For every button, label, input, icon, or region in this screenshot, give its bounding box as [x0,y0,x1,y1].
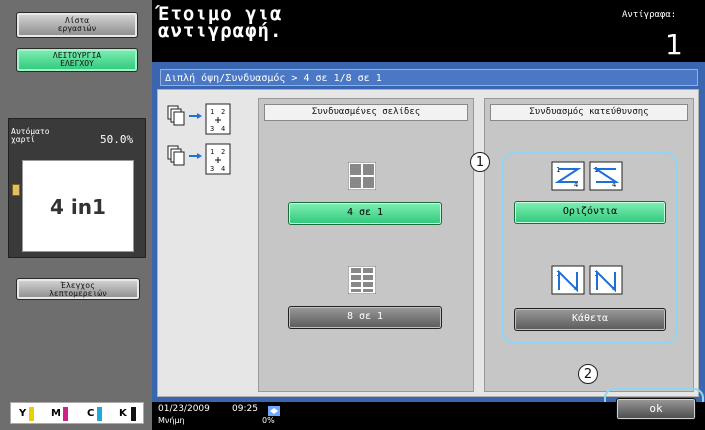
ok-button[interactable]: ok [616,398,696,420]
toner-c-label: C [87,408,95,419]
check-details-button[interactable]: Έλεγχος λεπτομερειών [16,278,140,300]
status-title: Έτοιμο για αντιγραφή. [158,3,283,42]
svg-text:2: 2 [221,108,225,116]
document-icon [12,184,20,196]
combine-direction-title: Συνδυασμός κατεύθυνσης [490,104,688,121]
breadcrumb: Διπλή όψη/Συνδυασμός > 4 σε 1/8 σε 1 [160,69,698,86]
toner-c-bar [97,407,102,421]
zoom-value: 50.0% [100,133,134,146]
toner-y-label: Y [19,408,27,419]
horizontal-order-icon: 1 4 1 4 [550,160,626,192]
svg-text:2: 2 [221,148,225,156]
vertical-order-icon: 1 4 1 4 [550,264,626,296]
date-text: 01/23/2009 [158,404,210,414]
toner-k-bar [131,407,136,421]
svg-text:4: 4 [221,165,225,173]
horizontal-button[interactable]: Οριζόντια [514,201,666,224]
toner-y-bar [29,407,34,421]
combine-pages-title: Συνδυασμένες σελίδες [264,104,468,121]
svg-text:1: 1 [210,148,214,156]
option-4in1-button[interactable]: 4 σε 1 [288,202,442,225]
callout-1: 1 [470,152,490,172]
callout-2: 2 [578,364,598,384]
combine-8in1-diagram-icon: 1 2 3 4 [166,142,246,176]
network-status-icon [268,401,280,416]
time-text: 09:25 [232,404,258,414]
svg-text:3: 3 [210,165,214,173]
svg-text:3: 3 [210,125,214,133]
grid-8in1-icon [347,265,377,295]
option-8in1-button[interactable]: 8 σε 1 [288,306,442,329]
combine-4in1-diagram-icon: 1 2 3 4 [166,102,246,136]
svg-text:1: 1 [210,108,214,116]
preview-text: 4 in1 [50,195,106,219]
paper-label: Αυτόματο χαρτί [11,127,50,144]
job-list-button[interactable]: Λίστα εργασιών [16,12,138,38]
toner-indicator: Y M C K [10,402,144,424]
toner-m-bar [63,407,68,421]
grid-4in1-icon [347,161,377,191]
svg-text:4: 4 [221,125,225,133]
copies-label: Αντίγραφα: [622,10,677,20]
check-job-button[interactable]: ΛΕΙΤΟΥΡΓΙΑ ΕΛΕΓΧΟΥ [16,48,138,72]
copies-count: 1 [665,28,683,61]
memory-label: Μνήμη [158,416,185,425]
combine-pages-panel [258,98,474,392]
vertical-button[interactable]: Κάθετα [514,308,666,331]
memory-value: 0% [262,416,275,425]
toner-m-label: M [51,408,61,419]
toner-k-label: K [119,408,127,419]
